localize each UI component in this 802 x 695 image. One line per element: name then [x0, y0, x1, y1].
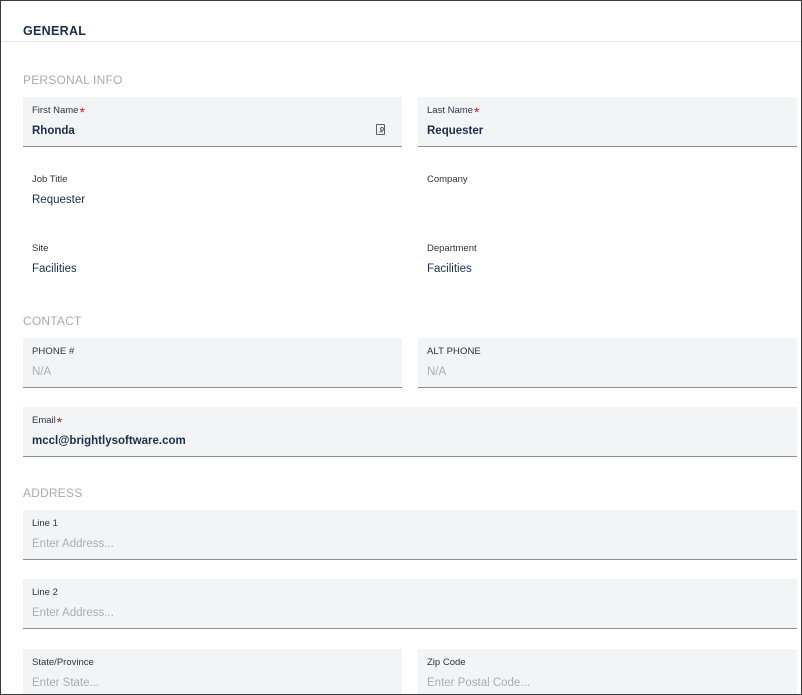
company-field: Company	[418, 166, 797, 216]
state-input[interactable]	[32, 677, 393, 689]
last-name-field[interactable]: Last Name * Requester	[418, 97, 797, 147]
phone-field[interactable]: PHONE # N/A	[23, 338, 402, 388]
last-name-value[interactable]: Requester	[427, 125, 788, 137]
general-form-panel: GENERAL PERSONAL INFO First Name * Rhonda…	[0, 0, 802, 695]
line1-label: Line 1	[32, 518, 58, 529]
personal-info-heading: PERSONAL INFO	[23, 73, 123, 87]
alt-phone-label: ALT PHONE	[427, 346, 481, 357]
zip-input[interactable]	[427, 677, 788, 689]
email-value[interactable]: mccl@brightlysoftware.com	[32, 435, 788, 447]
zip-field[interactable]: Zip Code	[418, 649, 797, 694]
job-title-label: Job Title	[32, 174, 68, 185]
contact-heading: CONTACT	[23, 314, 82, 328]
phone-value[interactable]: N/A	[32, 366, 393, 378]
zip-label: Zip Code	[427, 657, 466, 668]
department-field: Department Facilities	[418, 235, 797, 285]
first-name-value[interactable]: Rhonda	[32, 125, 393, 137]
site-value: Facilities	[32, 263, 77, 275]
department-label: Department	[427, 243, 477, 254]
required-marker: *	[79, 104, 85, 120]
email-label: Email *	[32, 414, 63, 430]
first-name-label: First Name *	[32, 104, 85, 120]
site-label: Site	[32, 243, 49, 254]
alt-phone-value[interactable]: N/A	[427, 366, 788, 378]
required-marker: *	[473, 104, 480, 120]
line2-label: Line 2	[32, 587, 58, 598]
last-name-label: Last Name *	[427, 104, 480, 120]
address-line2-field[interactable]: Line 2	[23, 579, 797, 629]
department-value: Facilities	[427, 263, 472, 275]
line2-input[interactable]	[32, 607, 788, 619]
state-label: State/Province	[32, 657, 94, 668]
required-marker: *	[56, 414, 63, 430]
company-label: Company	[427, 174, 468, 185]
state-field[interactable]: State/Province	[23, 649, 402, 694]
job-title-field: Job Title Requester	[23, 166, 402, 216]
email-field[interactable]: Email * mccl@brightlysoftware.com	[23, 407, 797, 457]
address-line1-field[interactable]: Line 1	[23, 510, 797, 560]
first-name-field[interactable]: First Name * Rhonda	[23, 97, 402, 147]
contact-card-icon[interactable]	[376, 124, 385, 135]
site-field: Site Facilities	[23, 235, 402, 285]
alt-phone-field[interactable]: ALT PHONE N/A	[418, 338, 797, 388]
section-divider	[1, 41, 801, 42]
section-title: GENERAL	[23, 24, 87, 38]
phone-label: PHONE #	[32, 346, 75, 357]
line1-input[interactable]	[32, 538, 788, 550]
job-title-value: Requester	[32, 194, 86, 206]
address-heading: ADDRESS	[23, 486, 83, 500]
